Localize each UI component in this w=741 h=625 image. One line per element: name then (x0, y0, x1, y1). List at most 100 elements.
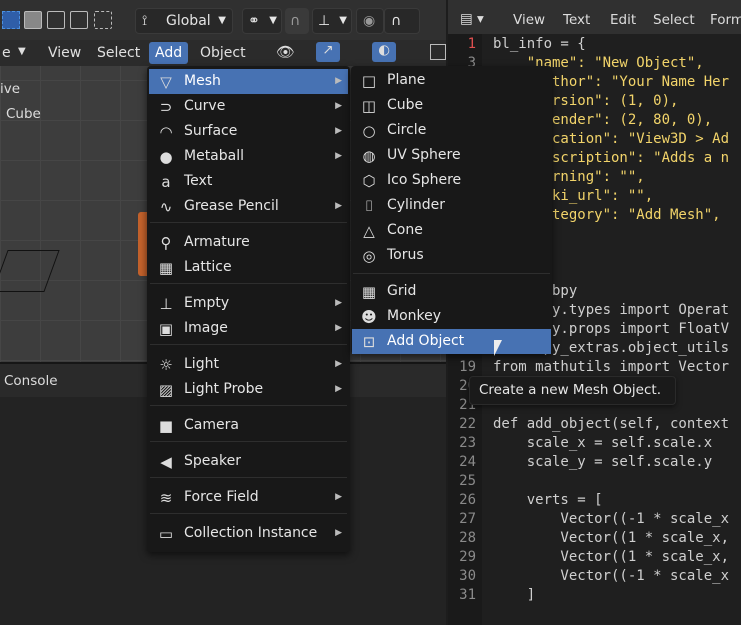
select-subtract-icon[interactable] (47, 11, 65, 29)
code-line: Vector((-1 * scale_x (493, 568, 730, 584)
editor-type-icon[interactable]: ▤ ▾ (460, 11, 484, 27)
line-number: 30 (459, 568, 476, 584)
submenu-arrow-icon: ▶ (335, 101, 342, 111)
circle-icon: ○ (362, 122, 376, 140)
lattice-icon: ▦ (158, 259, 174, 277)
code-line: ] (493, 587, 536, 603)
add-menu-item-lattice[interactable]: ▦ Lattice (149, 255, 348, 280)
line-number: 28 (459, 530, 476, 546)
add-menu-item-image[interactable]: ▣ Image ▶ (149, 316, 348, 341)
add-menu-item-empty[interactable]: ⊥ Empty ▶ (149, 291, 348, 316)
mesh-submenu-item-plane[interactable]: □ Plane (352, 68, 551, 93)
mesh-submenu-item-monkey[interactable]: ☻ Monkey (352, 304, 551, 329)
mesh-icon: ▽ (160, 73, 172, 91)
select-menu[interactable]: Select (91, 42, 146, 64)
xray-icon[interactable] (430, 44, 446, 60)
torus-icon: ◎ (362, 247, 376, 265)
light-probe-icon: ▨ (158, 381, 174, 399)
mesh-submenu-item-cylinder[interactable]: ⌷ Cylinder (352, 193, 551, 218)
mesh-submenu-item-grid[interactable]: ▦ Grid (352, 279, 551, 304)
gizmo-toggle-icon[interactable]: ↗ (316, 42, 340, 62)
mesh-submenu-item-cube[interactable]: ◫ Cube (352, 93, 551, 118)
mesh-submenu-item-label: Ico Sphere (387, 172, 462, 188)
mesh-submenu-item-label: Cylinder (387, 197, 445, 213)
te-menu-format[interactable]: Form (710, 12, 741, 28)
view-menu[interactable]: View (42, 42, 87, 64)
add-menu-item-curve[interactable]: ⊃ Curve ▶ (149, 94, 348, 119)
falloff-dropdown[interactable]: ∩ (384, 8, 420, 34)
mesh-submenu-item-label: Cube (387, 97, 424, 113)
tooltip: Create a new Mesh Object. (469, 376, 676, 405)
add-menu-item-metaball[interactable]: ● Metaball ▶ (149, 144, 348, 169)
add-menu[interactable]: Add (149, 42, 189, 64)
camera-icon: ■ (158, 417, 174, 435)
line-number: 25 (459, 473, 476, 489)
object-menu[interactable]: Object (194, 42, 252, 64)
mesh-submenu-item-torus[interactable]: ◎ Torus (352, 243, 551, 268)
light-icon: ☼ (159, 356, 173, 374)
add-menu-item-armature[interactable]: ⚲ Armature (149, 230, 348, 255)
add-menu-item-label: Light Probe (184, 381, 264, 397)
line-number: 23 (459, 435, 476, 451)
submenu-arrow-icon: ▶ (335, 76, 342, 86)
menu-separator (150, 441, 347, 442)
add-menu-item-label: Mesh (184, 73, 221, 89)
mesh-submenu-item-uv-sphere[interactable]: ◍ UV Sphere (352, 143, 551, 168)
te-menu-view[interactable]: View (513, 12, 545, 28)
add-menu-item-label: Curve (184, 98, 226, 114)
cube-icon: ◫ (361, 97, 377, 115)
select-extend-icon[interactable] (24, 11, 42, 29)
add-menu-item-speaker[interactable]: ◀ Speaker (149, 449, 348, 474)
mesh-submenu-item-cone[interactable]: △ Cone (352, 218, 551, 243)
select-box-icon[interactable] (2, 11, 20, 29)
te-menu-select[interactable]: Select (653, 12, 695, 28)
mouse-cursor-icon (494, 340, 502, 356)
overlay-toggle-icon[interactable]: ◐ (372, 42, 396, 62)
add-menu-item-surface[interactable]: ◠ Surface ▶ (149, 119, 348, 144)
code-line: def add_object(self, context (493, 416, 730, 432)
line-number: 31 (459, 587, 476, 603)
add-menu-item-light[interactable]: ☼ Light ▶ (149, 352, 348, 377)
add-menu-item-force-field[interactable]: ≋ Force Field ▶ (149, 485, 348, 510)
add-menu-item-mesh[interactable]: ▽ Mesh ▶ (149, 69, 348, 94)
add-menu-item-label: Camera (184, 417, 239, 433)
mode-dropdown-partial[interactable]: e (0, 42, 17, 64)
proportional-edit-toggle[interactable]: ◉ (356, 8, 384, 34)
select-intersect-icon[interactable] (94, 11, 112, 29)
mesh-submenu-item-ico-sphere[interactable]: ⬡ Ico Sphere (352, 168, 551, 193)
add-menu-item-camera[interactable]: ■ Camera (149, 413, 348, 438)
add-menu-item-collection-instance[interactable]: ▭ Collection Instance ▶ (149, 521, 348, 546)
cylinder-icon: ⌷ (364, 197, 374, 215)
mesh-submenu-item-circle[interactable]: ○ Circle (352, 118, 551, 143)
code-line: Vector((-1 * scale_x (493, 511, 730, 527)
snap-target-dropdown[interactable]: ⊥ ▼ (312, 8, 352, 34)
submenu-arrow-icon: ▶ (335, 492, 342, 502)
add-menu-item-grease-pencil[interactable]: ∿ Grease Pencil ▶ (149, 194, 348, 219)
transform-orientation-dropdown[interactable]: ⟟ Global ▼ (135, 8, 233, 34)
menu-separator (150, 513, 347, 514)
cone-icon: △ (363, 222, 375, 240)
outliner-fragment-1: ive (0, 81, 21, 97)
add-menu-item-label: Metaball (184, 148, 245, 164)
snap-toggle[interactable]: ∩ (285, 8, 309, 34)
line-number: 29 (459, 549, 476, 565)
monkey-icon: ☻ (361, 308, 377, 326)
add-menu-item-label: Empty (184, 295, 230, 311)
add-menu-item-light-probe[interactable]: ▨ Light Probe ▶ (149, 377, 348, 402)
mesh-submenu-item-label: Circle (387, 122, 427, 138)
code-line: from mathutils import Vector (493, 359, 730, 375)
menu-separator (150, 477, 347, 478)
te-menu-text[interactable]: Text (563, 12, 590, 28)
mesh-submenu-item-add-object[interactable]: ⊡ Add Object (352, 329, 551, 354)
add-menu-item-text[interactable]: a Text (149, 169, 348, 194)
menu-separator (150, 344, 347, 345)
eye-icon[interactable]: 👁 (276, 43, 295, 61)
add-menu-item-label: Text (184, 173, 213, 189)
te-menu-edit[interactable]: Edit (610, 12, 636, 28)
pivot-point-dropdown[interactable]: ⚭ ▼ (242, 8, 282, 34)
ico-sphere-icon: ⬡ (362, 172, 376, 190)
select-invert-icon[interactable] (70, 11, 88, 29)
line-number: 27 (459, 511, 476, 527)
menu-separator (150, 405, 347, 406)
orientation-icon: ⟟ (142, 13, 148, 29)
